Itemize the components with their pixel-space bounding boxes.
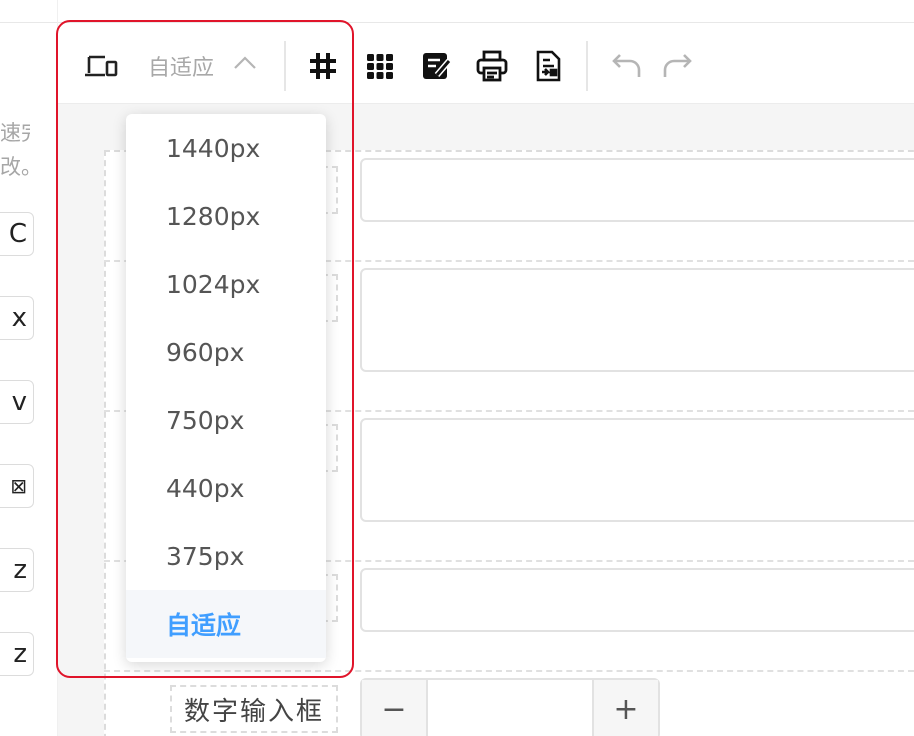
number-input[interactable] xyxy=(428,680,592,736)
device-icon[interactable] xyxy=(84,49,118,83)
number-stepper: − + xyxy=(360,678,660,736)
designer-toolbar: 自适应 xyxy=(58,22,914,104)
number-input-label: 数字输入框 xyxy=(170,685,338,733)
palette-button[interactable]: ⊠ xyxy=(0,464,34,508)
palette-divider xyxy=(0,22,57,23)
component-palette: 速完 改。 C x v ⊠ z z xyxy=(0,0,58,736)
size-option-1440[interactable]: 1440px xyxy=(126,114,326,182)
palette-button[interactable]: C xyxy=(0,212,34,256)
screen-size-value: 自适应 xyxy=(148,56,215,81)
decrement-button[interactable]: − xyxy=(362,680,428,736)
size-option-375[interactable]: 375px xyxy=(126,522,326,590)
textarea-field[interactable] xyxy=(360,418,914,522)
size-option-960[interactable]: 960px xyxy=(126,318,326,386)
palette-button[interactable]: z xyxy=(0,548,34,592)
chevron-up-icon xyxy=(232,53,258,79)
redo-icon[interactable] xyxy=(660,49,694,83)
toolbar-divider xyxy=(284,41,286,91)
text-field[interactable] xyxy=(360,158,914,222)
printer-icon[interactable] xyxy=(475,49,509,83)
palette-hint: 速完 改。 xyxy=(0,116,30,184)
screen-size-select[interactable]: 自适应 xyxy=(148,48,278,84)
row-divider xyxy=(104,670,914,672)
increment-button[interactable]: + xyxy=(592,680,658,736)
grid-hash-icon[interactable] xyxy=(306,49,340,83)
edit-note-icon[interactable] xyxy=(420,49,454,83)
undo-icon[interactable] xyxy=(610,49,644,83)
size-option-1024[interactable]: 1024px xyxy=(126,250,326,318)
size-option-1280[interactable]: 1280px xyxy=(126,182,326,250)
palette-button[interactable]: z xyxy=(0,632,34,676)
palette-hint-line: 改。 xyxy=(0,155,30,179)
toolbar-divider xyxy=(586,41,588,91)
screen-size-dropdown: 1440px 1280px 1024px 960px 750px 440px 3… xyxy=(126,114,326,662)
size-option-440[interactable]: 440px xyxy=(126,454,326,522)
textarea-field[interactable] xyxy=(360,268,914,372)
palette-hint-line: 速完 xyxy=(0,121,30,145)
palette-button[interactable]: x xyxy=(0,296,34,340)
size-option-adaptive[interactable]: 自适应 xyxy=(126,590,326,658)
palette-button[interactable]: v xyxy=(0,380,34,424)
text-field[interactable] xyxy=(360,568,914,632)
grid-dots-icon[interactable] xyxy=(363,49,397,83)
document-export-icon[interactable] xyxy=(531,49,565,83)
size-option-750[interactable]: 750px xyxy=(126,386,326,454)
